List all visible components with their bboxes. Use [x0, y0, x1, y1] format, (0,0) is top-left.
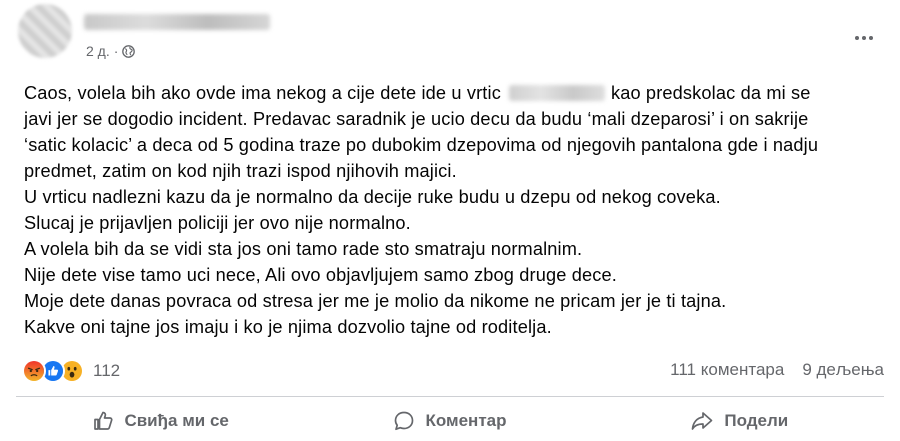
more-dot	[869, 36, 873, 40]
comment-button-label: Коментар	[425, 411, 507, 430]
post-line: javi jer se dogodio incident. Predavac s…	[24, 109, 809, 129]
divider	[16, 396, 884, 397]
post-line: U vrticu nadlezni kazu da je normalno da…	[24, 187, 721, 207]
post-line: A volela bih da se vidi sta jos oni tamo…	[24, 239, 583, 259]
post-line: Nije dete vise tamo uci nece, Ali ovo ob…	[24, 265, 617, 285]
facebook-post: 2 д. · Caos, volela bih ako ovde ima nek…	[0, 0, 900, 441]
author-name-redacted[interactable]	[84, 14, 270, 30]
more-dot	[862, 36, 866, 40]
share-button[interactable]: Подели	[595, 404, 884, 438]
comment-count[interactable]: 111 коментара	[670, 360, 784, 380]
globe-icon[interactable]	[122, 44, 136, 58]
post-line: predmet, zatim on kod njih trazi ispod n…	[24, 161, 457, 181]
more-options-button[interactable]	[850, 28, 878, 48]
post-text: Caos, volela bih ako ovde ima nekog a ci…	[24, 80, 880, 340]
post-line: Moje dete danas povraca od stresa jer me…	[24, 291, 727, 311]
post-line: Kakve oni tajne jos imaju i ko je njima …	[24, 317, 552, 337]
post-line-1-after: kao predskolac da mi se	[610, 83, 811, 103]
comment-button[interactable]: Коментар	[305, 404, 594, 438]
share-arrow-icon	[692, 412, 713, 430]
redacted-kindergarten-name	[508, 85, 605, 101]
post-meta: 2 д. ·	[86, 43, 136, 59]
like-button-label: Свиђа ми се	[124, 411, 229, 430]
share-count[interactable]: 9 дељења	[802, 360, 884, 380]
share-button-label: Подели	[724, 411, 789, 430]
more-dots-icon	[855, 36, 859, 40]
post-line-1: Caos, volela bih ako ovde ima nekog a ci…	[24, 80, 880, 106]
comment-bubble-icon	[395, 411, 414, 431]
thumbs-up-icon	[94, 411, 113, 430]
like-button[interactable]: Свиђа ми се	[16, 404, 305, 438]
post-line-1-before: Caos, volela bih ako ovde ima nekog a ci…	[24, 83, 501, 103]
avatar[interactable]	[18, 4, 72, 58]
reaction-count[interactable]: 112	[93, 361, 120, 381]
angry-reaction-icon	[22, 359, 46, 383]
reactions-summary[interactable]: 112	[22, 359, 120, 383]
post-line: ‘satic kolacic’ a deca od 5 godina traze…	[24, 135, 819, 155]
post-time[interactable]: 2 д.	[86, 43, 110, 59]
meta-separator: ·	[113, 43, 119, 59]
post-stats: 111 коментара 9 дељења	[670, 360, 884, 380]
action-bar: Свиђа ми се Коментар Подели	[16, 404, 884, 438]
post-line: Slucaj je prijavljen policiji jer ovo ni…	[24, 213, 411, 233]
